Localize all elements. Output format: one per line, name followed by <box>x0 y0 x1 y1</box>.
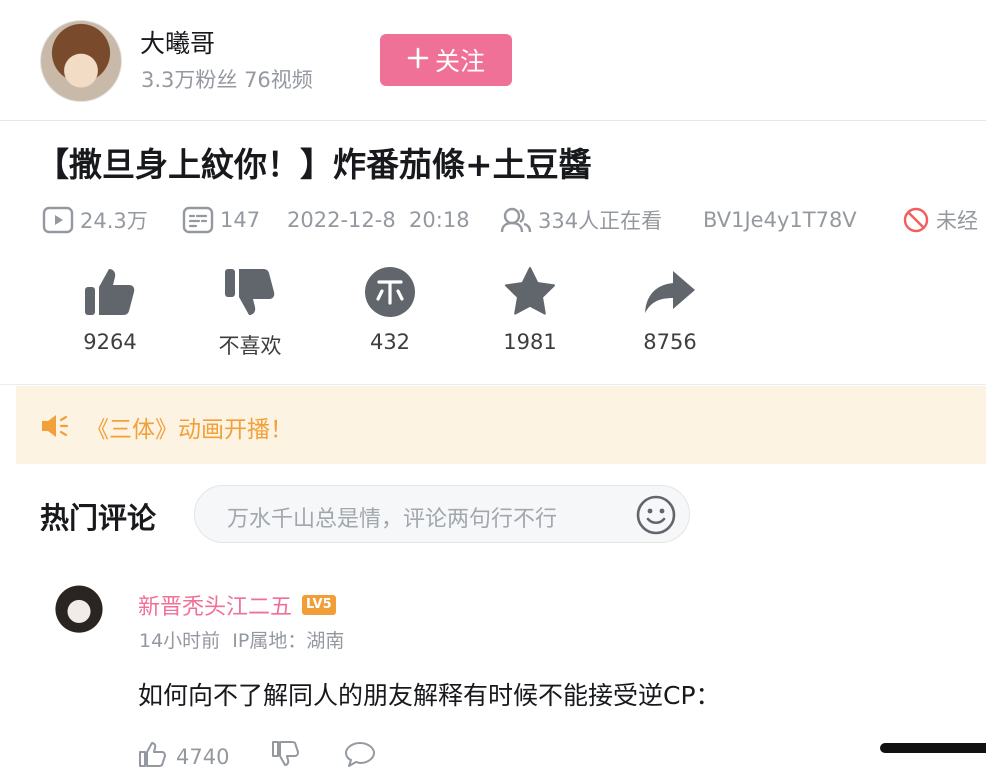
uploader-header: 大曦哥 3.3万粉丝 76视频 关注 <box>0 0 986 120</box>
comment-dislike-icon[interactable] <box>271 740 301 773</box>
hot-comments-title: 热门评论 <box>40 501 157 535</box>
coin-count: 432 <box>369 330 411 354</box>
star-icon <box>480 262 580 322</box>
coin-icon <box>340 262 440 322</box>
uploader-stats: 3.3万粉丝 76视频 <box>141 68 313 92</box>
commenter-name[interactable]: 新晋秃头江二五 <box>138 589 292 621</box>
speaker-icon <box>40 412 70 444</box>
video-title: 【撒旦身上紋你！】炸番茄條+土豆醬 <box>36 145 592 184</box>
plus-icon <box>407 46 429 75</box>
comment-input[interactable]: 万水千山总是情，评论两句行不行 <box>194 485 690 543</box>
views-count: 24.3万 <box>80 209 148 233</box>
share-count: 8756 <box>643 330 697 354</box>
bvid: BV1Je4y1T78V <box>703 208 857 232</box>
comment-actions: 4740 <box>138 740 377 773</box>
favorite-button[interactable]: 1981 <box>480 262 580 354</box>
watching-count: 334人正在看 <box>538 209 663 233</box>
comment-like-count: 4740 <box>176 744 230 769</box>
level-badge: LV5 <box>302 595 336 615</box>
thumbs-down-icon <box>200 262 300 322</box>
coin-button[interactable]: 432 <box>340 262 440 354</box>
announcement-text: 《三体》动画开播！ <box>86 417 293 443</box>
repost-status: 未经 <box>902 204 978 236</box>
home-indicator <box>880 743 986 753</box>
views-stat: 24.3万 <box>42 204 148 236</box>
watching-stat: 334人正在看 <box>500 204 662 236</box>
forbidden-icon <box>902 206 930 234</box>
divider <box>0 120 986 121</box>
emoji-icon[interactable] <box>635 494 677 540</box>
danmaku-count: 147 <box>220 208 261 232</box>
like-button[interactable]: 9264 <box>60 262 160 354</box>
dislike-button[interactable]: 不喜欢 <box>200 262 300 360</box>
commenter-avatar[interactable] <box>48 574 110 652</box>
share-arrow-icon <box>620 262 720 322</box>
follow-button[interactable]: 关注 <box>380 34 512 86</box>
uploader-avatar[interactable] <box>40 20 122 102</box>
comment-meta: 14小时前 IP属地：湖南 <box>139 630 345 652</box>
comment-reply-icon[interactable] <box>343 740 377 773</box>
repost-status-text: 未经 <box>936 209 978 233</box>
favorite-count: 1981 <box>503 330 557 354</box>
comment-placeholder: 万水千山总是情，评论两句行不行 <box>227 507 558 532</box>
play-count-icon <box>42 206 74 234</box>
uploader-name[interactable]: 大曦哥 <box>140 24 215 60</box>
announcement-banner[interactable]: 《三体》动画开播！ <box>16 386 986 464</box>
dislike-label: 不喜欢 <box>218 334 282 358</box>
divider <box>0 384 986 385</box>
like-count: 9264 <box>83 330 137 354</box>
people-icon <box>500 206 532 234</box>
share-button[interactable]: 8756 <box>620 262 720 354</box>
commenter-name-row[interactable]: 新晋秃头江二五 LV5 <box>138 589 336 621</box>
comment-text: 如何向不了解同人的朋友解释有时候不能接受逆CP： <box>138 681 721 710</box>
danmaku-icon <box>182 206 214 234</box>
publish-date: 2022-12-8 20:18 <box>287 208 470 232</box>
thumbs-up-icon <box>60 262 160 322</box>
danmaku-stat: 147 <box>182 204 260 236</box>
follow-label: 关注 <box>434 47 485 76</box>
comment-like-icon[interactable] <box>138 740 168 773</box>
